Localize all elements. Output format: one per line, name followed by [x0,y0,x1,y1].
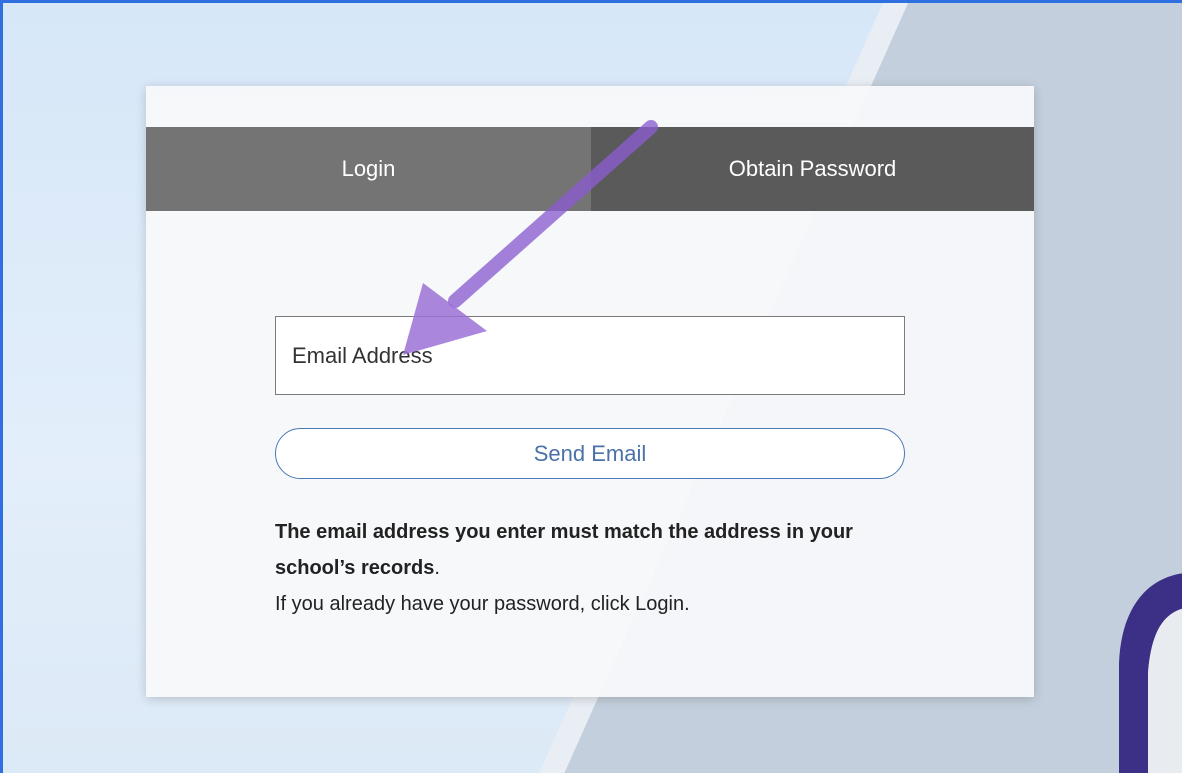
info-secondary-text: If you already have your password, click… [275,593,690,615]
info-period: . [434,557,440,579]
send-email-button[interactable]: Send Email [275,428,905,479]
page-frame: Login Obtain Password Send Email The ema… [0,0,1182,773]
tab-bar: Login Obtain Password [146,127,1034,211]
email-field[interactable] [275,316,905,395]
info-bold-text: The email address you enter must match t… [275,521,853,579]
login-card: Login Obtain Password Send Email The ema… [146,86,1034,697]
info-message: The email address you enter must match t… [275,514,915,622]
tab-login[interactable]: Login [146,127,591,211]
tab-obtain-password-label: Obtain Password [728,156,897,181]
tab-obtain-password[interactable]: Obtain Password [591,127,1034,211]
tab-login-label: Login [341,156,396,181]
